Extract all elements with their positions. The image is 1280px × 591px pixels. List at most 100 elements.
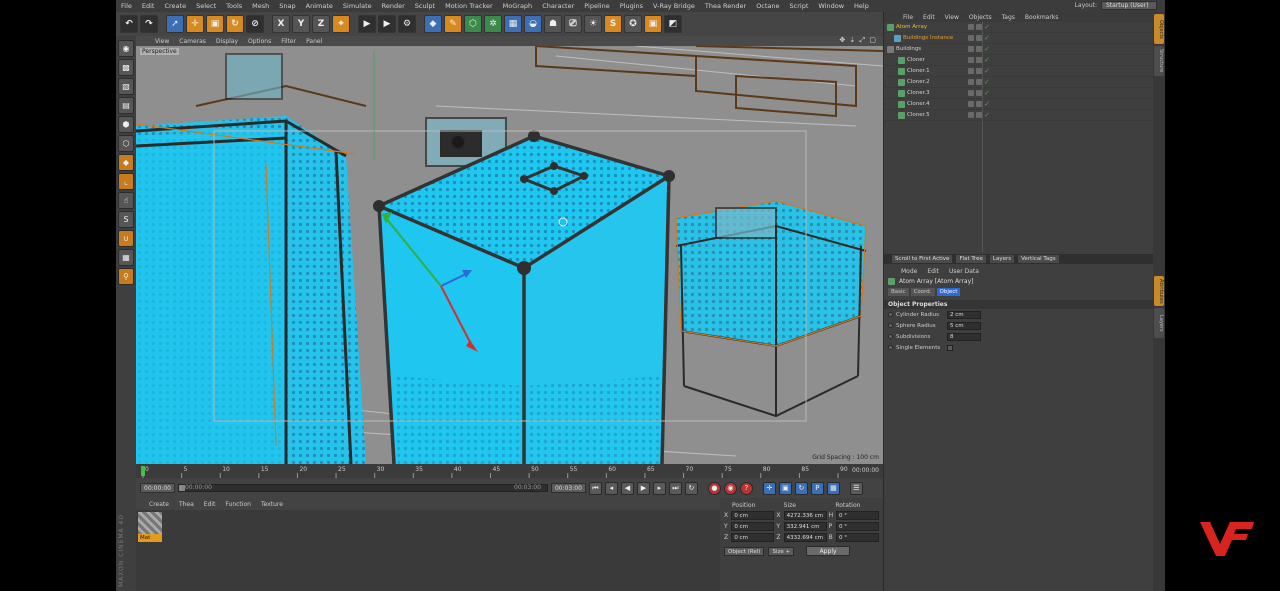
dock-tab-structure[interactable]: Structure bbox=[1154, 46, 1164, 76]
subdivisions-field[interactable]: 8 bbox=[947, 332, 981, 341]
viewport-menu-options[interactable]: Options bbox=[243, 38, 276, 45]
dock-tab-attributes[interactable]: Attributes bbox=[1154, 276, 1164, 306]
scale-tool-icon[interactable]: ▣ bbox=[206, 15, 224, 33]
object-row[interactable]: Cloner.2 ✓ bbox=[884, 77, 1154, 88]
cube-icon[interactable]: ◆ bbox=[424, 15, 442, 33]
menu-octane[interactable]: Octane bbox=[751, 2, 784, 10]
editor-visibility-icon[interactable] bbox=[968, 68, 974, 74]
enabled-check-icon[interactable]: ✓ bbox=[984, 35, 990, 42]
edges-mode-icon[interactable]: ⬡ bbox=[118, 135, 134, 152]
size-z-field[interactable]: 4332.694 cm bbox=[783, 533, 827, 542]
cylinder-radius-field[interactable]: 2 cm bbox=[947, 310, 981, 319]
workplane-lock-icon[interactable]: ▦ bbox=[118, 249, 134, 266]
key-rotation-icon[interactable]: ↻ bbox=[794, 481, 808, 495]
last-tool-icon[interactable]: ⊘ bbox=[246, 15, 264, 33]
x-axis-button[interactable]: X bbox=[272, 15, 290, 33]
om-menu-file[interactable]: File bbox=[898, 14, 918, 21]
scene-icon[interactable]: ☗ bbox=[544, 15, 562, 33]
magnet-icon[interactable]: ∪ bbox=[118, 230, 134, 247]
move-tool-icon[interactable]: ✛ bbox=[186, 15, 204, 33]
model-mode-icon[interactable]: ▩ bbox=[118, 59, 134, 76]
tab-basic[interactable]: Basic bbox=[888, 288, 909, 296]
apply-button[interactable]: Apply bbox=[806, 546, 851, 556]
menu-thea-render[interactable]: Thea Render bbox=[700, 2, 751, 10]
object-row[interactable]: Cloner.1 ✓ bbox=[884, 66, 1154, 77]
deformer-icon[interactable]: ◒ bbox=[524, 15, 542, 33]
animate-dot-icon[interactable] bbox=[888, 323, 893, 328]
menu-character[interactable]: Character bbox=[537, 2, 579, 10]
tab-layers[interactable]: Layers bbox=[989, 255, 1015, 263]
key-scale-icon[interactable]: ▣ bbox=[778, 481, 792, 495]
enabled-check-icon[interactable]: ✓ bbox=[984, 112, 990, 119]
object-name[interactable]: Atom Array bbox=[894, 24, 968, 30]
menu-select[interactable]: Select bbox=[191, 2, 221, 10]
play-backward-icon[interactable]: ◀ bbox=[620, 481, 634, 495]
editor-visibility-icon[interactable] bbox=[968, 112, 974, 118]
editor-visibility-icon[interactable] bbox=[968, 35, 974, 41]
object-visibility-flags[interactable]: ✓ bbox=[968, 101, 990, 108]
tab-object[interactable]: Object bbox=[936, 288, 961, 296]
menu-simulate[interactable]: Simulate bbox=[338, 2, 377, 10]
octane-icon[interactable]: S bbox=[604, 15, 622, 33]
select-tool-icon[interactable]: ➚ bbox=[166, 15, 184, 33]
editor-visibility-icon[interactable] bbox=[968, 90, 974, 96]
viewport-menu-view[interactable]: View bbox=[150, 38, 174, 45]
coordinate-system-icon[interactable]: ⌖ bbox=[332, 15, 350, 33]
object-visibility-flags[interactable]: ✓ bbox=[968, 46, 990, 53]
loop-icon[interactable]: ↻ bbox=[684, 481, 698, 495]
rotation-p-field[interactable]: 0 ° bbox=[835, 522, 879, 531]
polygons-mode-icon[interactable]: ◆ bbox=[118, 154, 134, 171]
object-list-divider[interactable] bbox=[982, 22, 983, 252]
render-picture-viewer-icon[interactable]: ▶ bbox=[378, 15, 396, 33]
undo-icon[interactable]: ↶ bbox=[120, 15, 138, 33]
end-time-field[interactable]: 00:03:00 bbox=[550, 483, 586, 493]
go-to-start-icon[interactable]: ⏮ bbox=[588, 481, 602, 495]
enabled-check-icon[interactable]: ✓ bbox=[984, 46, 990, 53]
size-mode-dropdown[interactable]: Size + bbox=[768, 546, 795, 556]
position-x-field[interactable]: 0 cm bbox=[731, 511, 775, 520]
om-menu-view[interactable]: View bbox=[940, 14, 964, 21]
tab-coord[interactable]: Coord. bbox=[910, 288, 935, 296]
menu-vray-bridge[interactable]: V-Ray Bridge bbox=[648, 2, 700, 10]
subdivision-icon[interactable]: ⬡ bbox=[464, 15, 482, 33]
keyframe-selection-icon[interactable]: ? bbox=[739, 481, 753, 495]
toolbar-extra-icon[interactable]: ◩ bbox=[664, 15, 682, 33]
menu-tools[interactable]: Tools bbox=[221, 2, 247, 10]
viewport-navigation-icons[interactable]: ✥ ⇣ ⤢ ▢ bbox=[839, 36, 877, 45]
sphere-radius-field[interactable]: 5 cm bbox=[947, 321, 981, 330]
editor-visibility-icon[interactable] bbox=[968, 46, 974, 52]
menu-script[interactable]: Script bbox=[785, 2, 814, 10]
enabled-check-icon[interactable]: ✓ bbox=[984, 68, 990, 75]
menu-animate[interactable]: Animate bbox=[301, 2, 338, 10]
light-icon[interactable]: ☀ bbox=[584, 15, 602, 33]
dock-tab-objects[interactable]: Objects bbox=[1154, 14, 1164, 44]
tab-flat-tree[interactable]: Flat Tree bbox=[956, 255, 986, 263]
object-visibility-flags[interactable]: ✓ bbox=[968, 90, 990, 97]
previous-key-icon[interactable]: ◂ bbox=[604, 481, 618, 495]
menu-snap[interactable]: Snap bbox=[274, 2, 300, 10]
object-visibility-flags[interactable]: ✓ bbox=[968, 79, 990, 86]
solo-icon[interactable]: ⚲ bbox=[118, 268, 134, 285]
object-row[interactable]: Buildings ✓ bbox=[884, 44, 1154, 55]
menu-pipeline[interactable]: Pipeline bbox=[579, 2, 614, 10]
enabled-check-icon[interactable]: ✓ bbox=[984, 79, 990, 86]
workplane-icon[interactable]: ▤ bbox=[118, 97, 134, 114]
dock-tab-layers[interactable]: Layers bbox=[1154, 308, 1164, 338]
snap-icon[interactable]: S bbox=[118, 211, 134, 228]
menu-sculpt[interactable]: Sculpt bbox=[410, 2, 440, 10]
viewport-menu-panel[interactable]: Panel bbox=[301, 38, 327, 45]
tab-vertical-tags[interactable]: Vertical Tags bbox=[1018, 255, 1059, 263]
material-menu-create[interactable]: Create bbox=[144, 501, 174, 508]
key-parameter-icon[interactable]: P bbox=[810, 481, 824, 495]
single-elements-checkbox[interactable] bbox=[947, 344, 953, 351]
texture-mode-icon[interactable]: ▧ bbox=[118, 78, 134, 95]
object-row[interactable]: Cloner.5 ✓ bbox=[884, 110, 1154, 121]
play-icon[interactable]: ▶ bbox=[636, 481, 650, 495]
go-to-end-icon[interactable]: ⏭ bbox=[668, 481, 682, 495]
time-range-slider[interactable]: 00:00:00 00:03:00 bbox=[177, 484, 548, 492]
menu-plugins[interactable]: Plugins bbox=[615, 2, 648, 10]
animate-dot-icon[interactable] bbox=[888, 312, 893, 317]
make-editable-icon[interactable]: ◉ bbox=[118, 40, 134, 57]
editor-visibility-icon[interactable] bbox=[968, 79, 974, 85]
key-pla-icon[interactable]: ▦ bbox=[826, 481, 840, 495]
